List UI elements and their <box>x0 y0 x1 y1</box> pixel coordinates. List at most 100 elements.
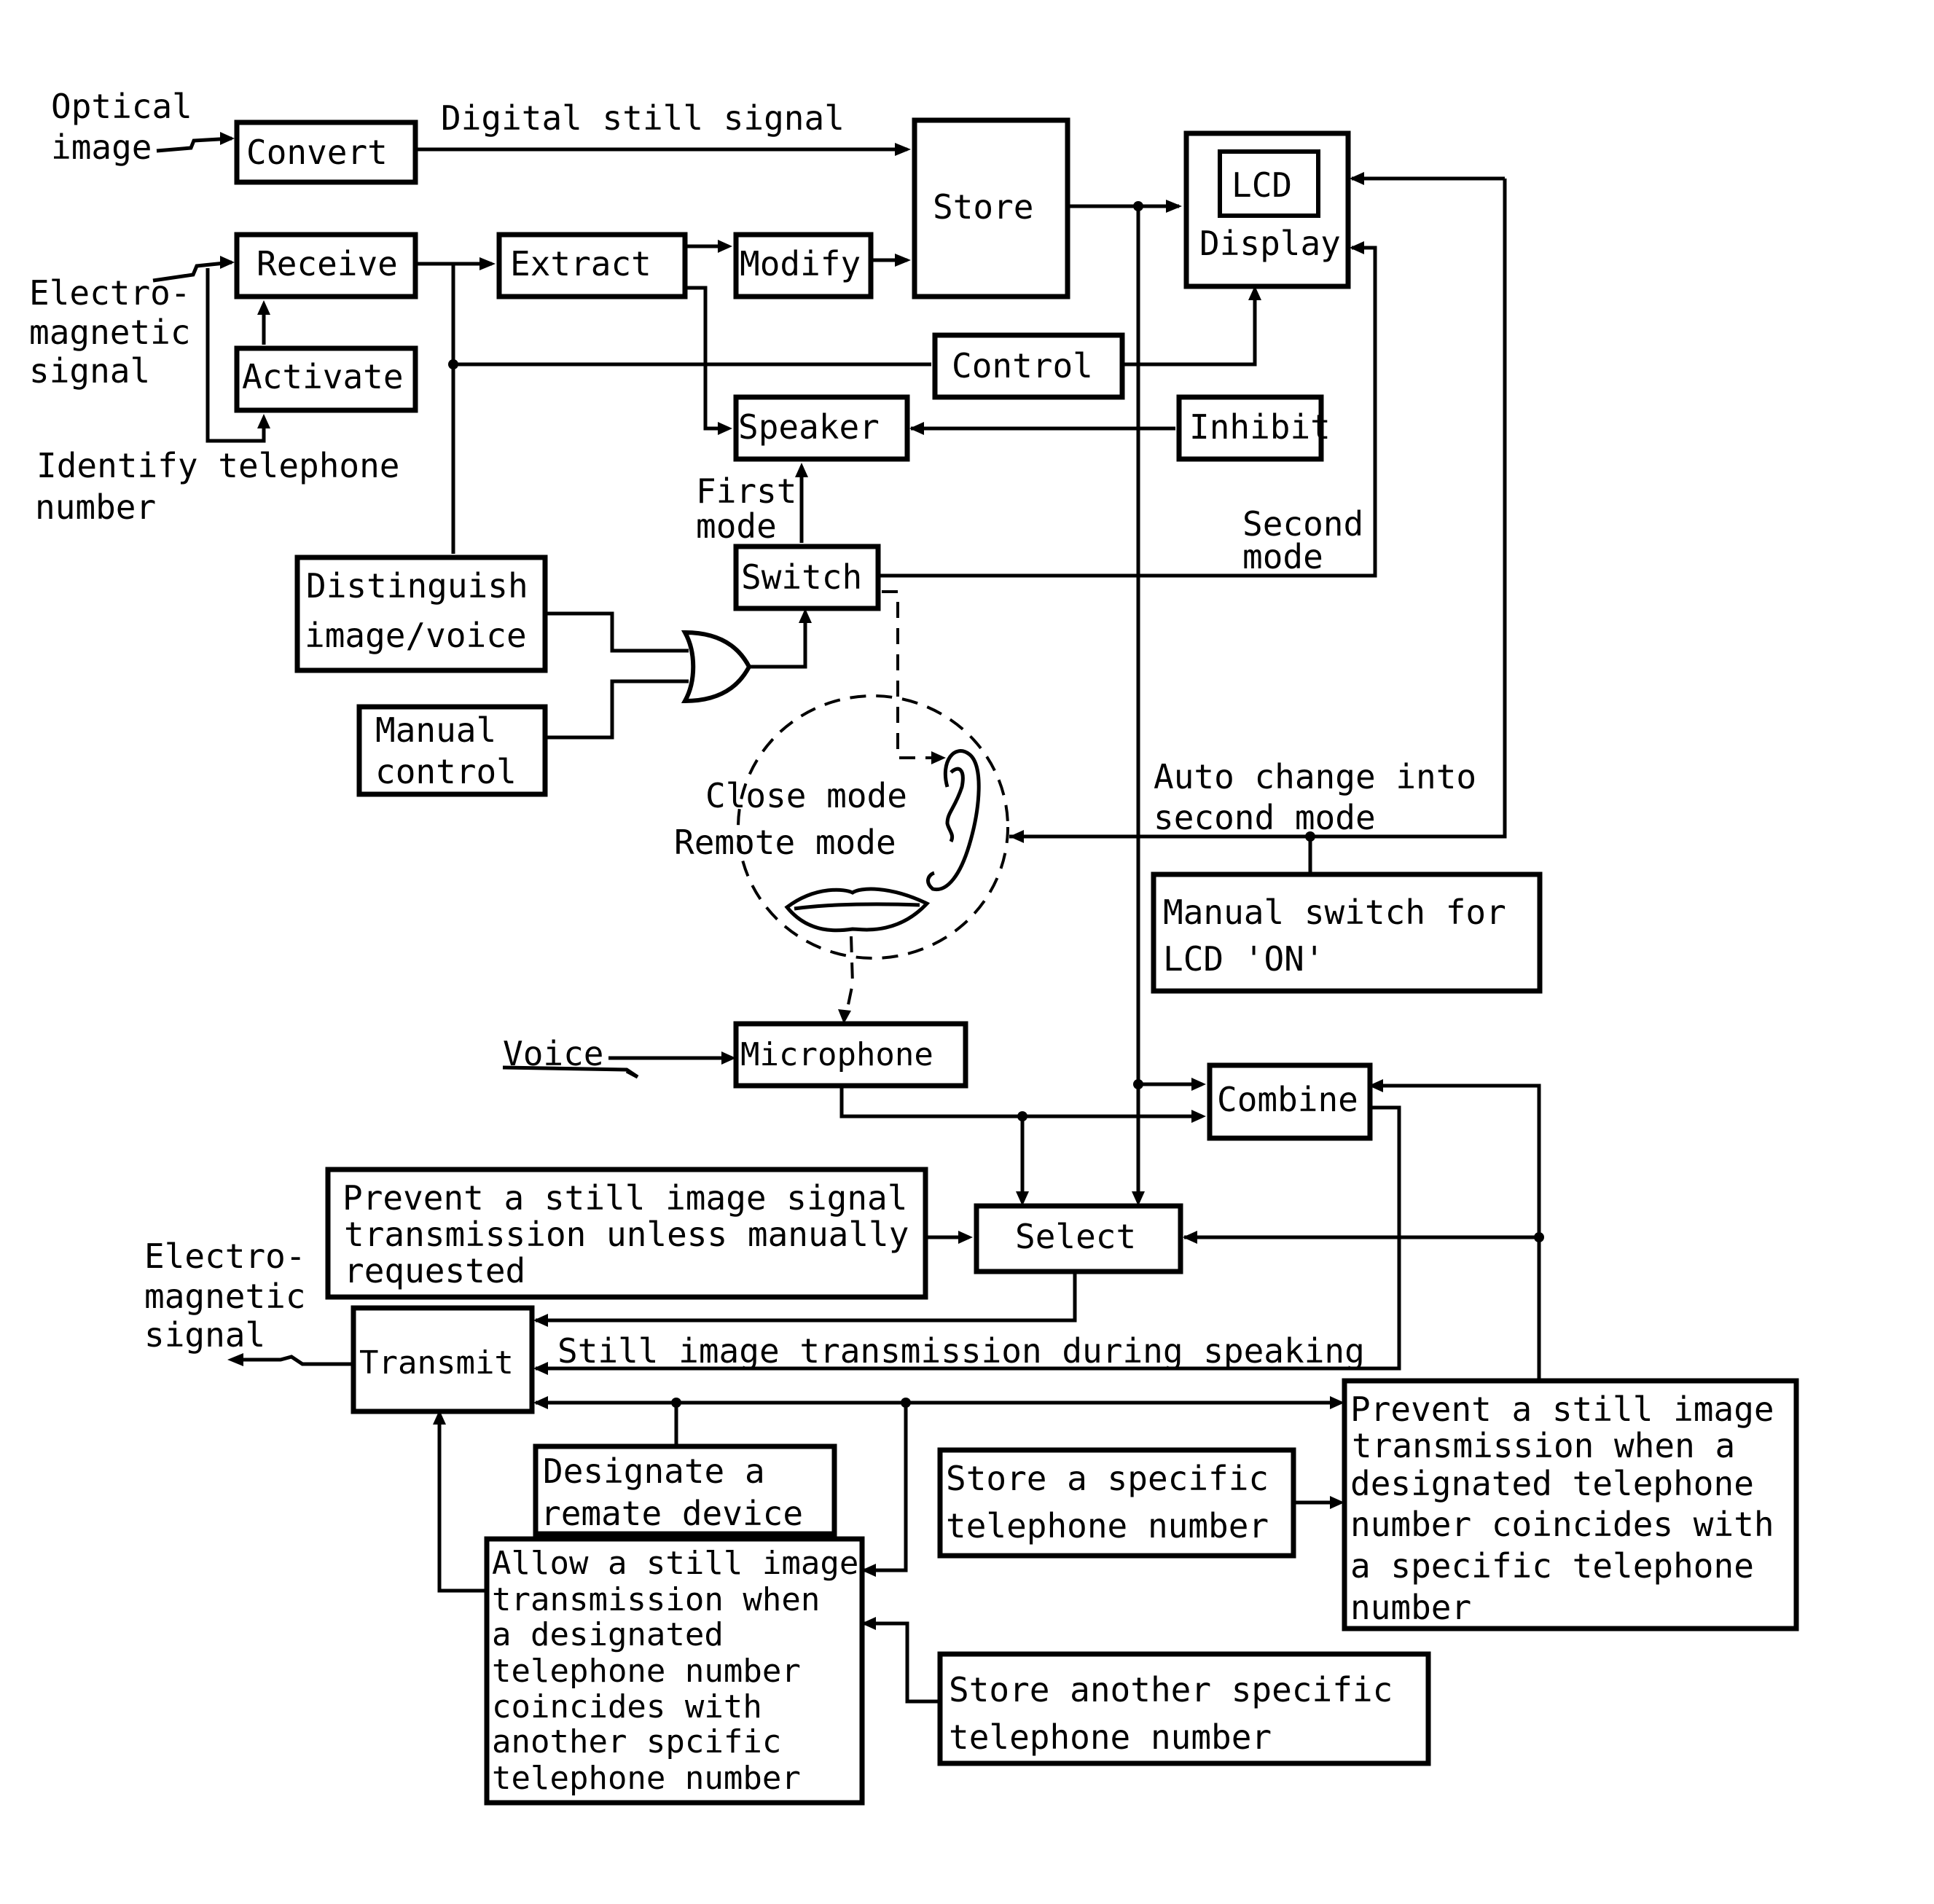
block-allow-when-coincides: Allow a still image transmission when a … <box>484 1536 865 1806</box>
arrow-into-display-right-bottom <box>1350 241 1364 254</box>
block-manual-switch-lcd: Manual switch for LCD 'ON' <box>1151 871 1543 994</box>
junction-dot <box>1017 1111 1027 1121</box>
block-distinguish: Distinguish image/voice <box>294 555 548 673</box>
block-label: Store <box>933 187 1033 227</box>
block-label-line-1: Store a specific <box>946 1459 1269 1498</box>
block-label: Inhibit <box>1189 407 1331 447</box>
label-optical-line-2: image <box>51 128 152 167</box>
arrow-into-modify <box>718 240 732 253</box>
block-label: Combine <box>1217 1080 1358 1119</box>
dashed-mouth-to-mic <box>844 936 855 1019</box>
mouth-icon <box>784 887 931 933</box>
block-inhibit: Inhibit <box>1176 394 1331 462</box>
arrow-em-out <box>227 1353 243 1366</box>
label-second-mode-line-2: mode <box>1242 537 1323 576</box>
arrow-into-convert <box>220 132 235 145</box>
label-first-mode-line-2: mode <box>696 506 777 546</box>
label-close-mode: Close mode <box>705 776 907 815</box>
block-activate: Activate <box>234 345 418 413</box>
label-still-image-during-speaking: Still image transmission during speaking <box>557 1331 1365 1371</box>
block-label-line-1: Distinguish <box>306 566 528 606</box>
block-label-line-3: designated telephone <box>1350 1464 1754 1503</box>
block-label: Speaker <box>738 407 880 447</box>
block-designate-remote: Designate a remate device <box>533 1443 837 1537</box>
block-label-line-1: Allow a still image <box>492 1545 858 1582</box>
display-label: Display <box>1199 224 1341 263</box>
arrow-into-ear <box>931 751 946 764</box>
block-label-line-2: telephone number <box>949 1717 1272 1757</box>
label-auto-change-line-1: Auto change into <box>1154 757 1476 796</box>
lcd-label: LCD <box>1232 165 1292 205</box>
label-em-out-line-1: Electro- <box>144 1237 306 1276</box>
label-identify-line-1: Identify telephone <box>36 446 400 485</box>
arrow-into-transmit-2 <box>533 1362 548 1375</box>
block-label-line-2: transmission unless manually <box>344 1215 909 1254</box>
junction-dot <box>448 359 458 369</box>
ear-icon <box>926 749 981 892</box>
block-label: Select <box>1015 1217 1136 1256</box>
block-convert: Convert <box>234 120 418 185</box>
block-label-line-2: telephone number <box>946 1506 1269 1545</box>
block-label-line-5: a specific telephone <box>1350 1546 1754 1586</box>
label-em-out-line-2: magnetic <box>144 1277 306 1316</box>
block-label-line-1: Designate a <box>543 1451 765 1491</box>
label-em-in-line-2: magnetic <box>29 313 191 352</box>
block-label-line-1: Manual switch for <box>1163 893 1506 932</box>
block-store-specific: Store a specific telephone number <box>937 1447 1296 1559</box>
block-extract: Extract <box>496 232 688 299</box>
or-gate-icon <box>681 630 752 704</box>
block-label-line-7: telephone number <box>492 1760 801 1797</box>
block-label: Microphone <box>740 1036 933 1073</box>
block-control: Control <box>932 332 1125 400</box>
label-em-in-line-3: signal <box>29 351 150 391</box>
arrow-into-receive <box>220 256 235 269</box>
label-em-out-line-3: signal <box>144 1315 265 1355</box>
junction-dot <box>1133 1079 1143 1089</box>
wire-right-bus <box>1370 1084 1541 1381</box>
wire-extract-to-speaker <box>685 286 729 431</box>
block-label-line-2: transmission when <box>492 1581 820 1618</box>
arrow-into-store-top <box>895 143 911 156</box>
junction-dot <box>901 1398 911 1408</box>
arrow-into-display-left <box>1166 200 1182 213</box>
wire-manual-to-gate <box>545 679 689 740</box>
junction-dot <box>1534 1232 1544 1242</box>
arrow-into-select-left <box>958 1231 973 1244</box>
block-combine: Combine <box>1207 1062 1373 1141</box>
arrow-into-activate <box>257 414 270 428</box>
block-label-line-4: telephone number <box>492 1653 801 1690</box>
label-auto-change-line-2: second mode <box>1154 798 1376 837</box>
block-label-line-1: Store another specific <box>949 1670 1393 1709</box>
block-label-line-3: a designated <box>492 1616 724 1653</box>
block-label: Extract <box>510 244 651 283</box>
arrow-into-extract <box>479 257 496 270</box>
wire-gate-to-switch <box>747 612 807 669</box>
block-label: Transmit <box>359 1344 514 1382</box>
block-label: Control <box>952 346 1093 385</box>
wire-control-to-display <box>1122 291 1257 367</box>
block-label: Convert <box>246 133 388 172</box>
block-label: Receive <box>257 244 398 283</box>
block-label: Switch <box>741 557 862 597</box>
block-prevent-when-coincides: Prevent a still image transmission when … <box>1342 1378 1799 1631</box>
block-label-line-4: number coincides with <box>1350 1505 1774 1544</box>
block-store-another: Store another specific telephone number <box>937 1651 1431 1766</box>
label-remote-mode: Remote mode <box>674 823 896 862</box>
arrow-into-combine-top <box>1191 1078 1206 1091</box>
block-lcd-display: LCD Display <box>1183 130 1351 289</box>
arrow-into-speaker-bottom <box>795 463 808 477</box>
dashed-switch-to-ear <box>882 590 940 759</box>
wire-line-to-allow <box>864 1403 908 1572</box>
block-label-line-6: number <box>1350 1588 1471 1627</box>
label-digital-still-signal: Digital still signal <box>441 98 845 138</box>
block-label-line-2: LCD 'ON' <box>1163 939 1325 979</box>
arrow-into-combine-bottom <box>1191 1110 1206 1123</box>
block-label: Modify <box>740 244 861 283</box>
block-receive: Receive <box>234 232 418 299</box>
arrow-into-store-bottom <box>895 254 911 267</box>
block-manual-control: Manual control <box>356 704 548 797</box>
block-store: Store <box>912 117 1070 299</box>
wire-allow-to-transmit <box>437 1414 488 1593</box>
arrow-into-speaker-left <box>718 422 732 435</box>
label-voice: Voice <box>503 1034 603 1073</box>
